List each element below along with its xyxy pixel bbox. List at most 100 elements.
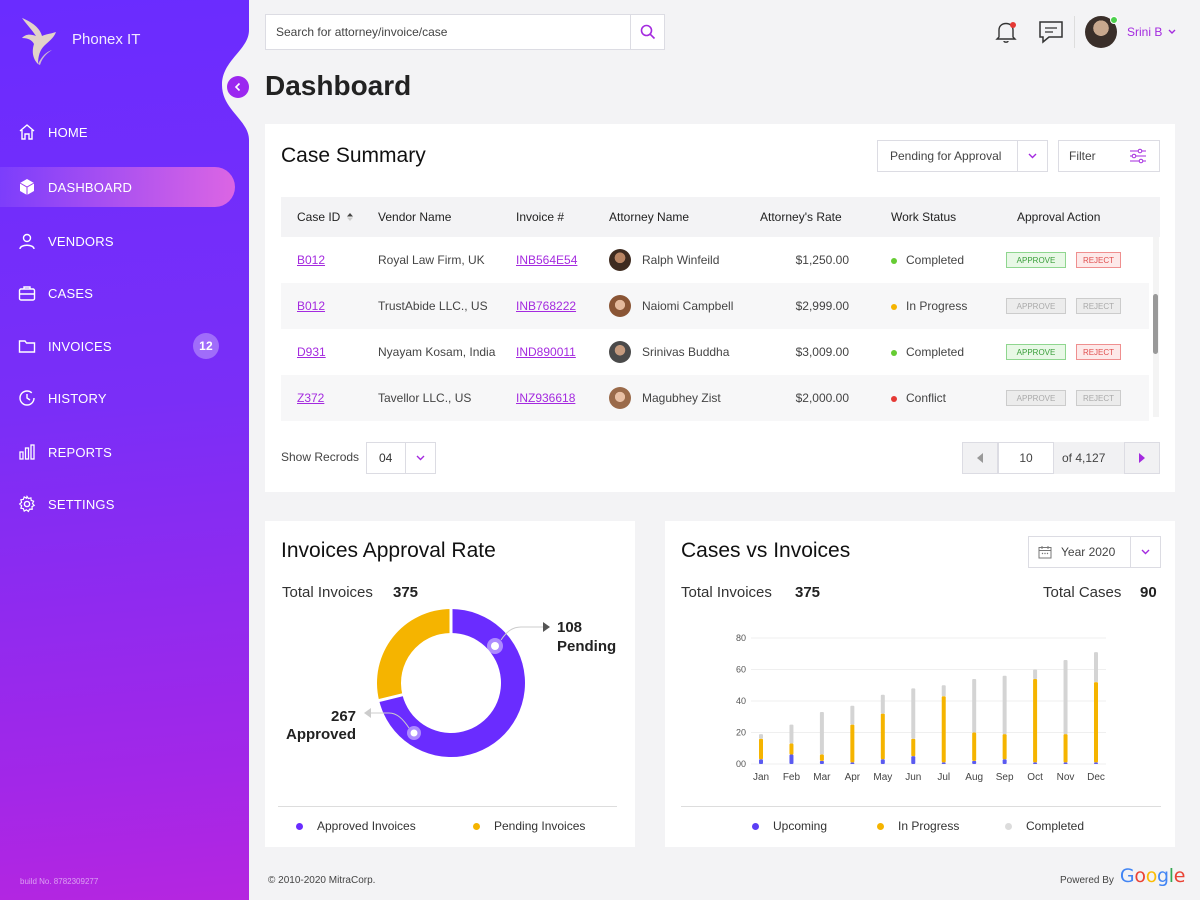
pending-callout-arrow: [543, 622, 550, 632]
sidebar-item-dashboard[interactable]: DASHBOARD: [0, 167, 235, 207]
bar-in-progress: [1094, 682, 1098, 763]
records-caret: [405, 443, 435, 473]
work-status: Completed: [891, 253, 964, 267]
y-tick-label: 80: [736, 633, 746, 643]
records-per-page-select[interactable]: 04: [366, 442, 436, 474]
sidebar-item-label: SETTINGS: [48, 496, 115, 512]
sliders-icon: [1130, 148, 1146, 164]
legend-divider: [681, 806, 1161, 807]
col-attorney-name: Attorney Name: [609, 210, 690, 224]
approved-value-label: 267: [331, 708, 357, 725]
approved-callout-arrow: [364, 708, 371, 718]
sidebar-item-cases[interactable]: CASES: [0, 273, 235, 313]
status-filter-value: Pending for Approval: [890, 149, 1002, 163]
legend-dot-in-progress: [877, 822, 884, 830]
attorney-name: Magubhey Zist: [642, 391, 721, 405]
invoice-link[interactable]: INB768222: [516, 299, 576, 313]
search-button[interactable]: [630, 15, 664, 49]
sidebar-item-label: HOME: [48, 124, 88, 140]
history-icon: [19, 390, 35, 406]
bar-upcoming: [819, 760, 824, 764]
prev-page-button[interactable]: [962, 442, 998, 474]
invoice-link[interactable]: INZ936618: [516, 391, 575, 405]
legend-pending: Pending Invoices: [473, 819, 585, 833]
reject-button[interactable]: REJECT: [1076, 298, 1121, 314]
approve-button[interactable]: APPROVE: [1006, 298, 1066, 314]
sidebar-item-label: VENDORS: [48, 233, 114, 249]
donut-slice-pending[interactable]: [377, 609, 451, 701]
page-title: Dashboard: [265, 70, 412, 101]
approved-text-label: Approved: [286, 726, 357, 743]
search-input[interactable]: [266, 15, 630, 49]
google-logo-letter: e: [1173, 865, 1186, 887]
case-id-link[interactable]: B012: [297, 299, 325, 313]
pending-marker: [491, 642, 499, 650]
sidebar-item-history[interactable]: HISTORY: [0, 378, 235, 418]
attorney-rate: $2,000.00: [795, 391, 849, 405]
show-records-label: Show Recrods: [281, 450, 360, 464]
next-page-button[interactable]: [1124, 442, 1160, 474]
bar-in-progress: [941, 696, 946, 763]
collapse-sidebar-button[interactable]: [227, 76, 249, 98]
col-invoice: Invoice #: [516, 210, 565, 224]
gear-icon: [18, 495, 36, 513]
bar-in-progress: [1033, 678, 1038, 763]
brand[interactable]: Phonex IT: [18, 12, 140, 66]
bar-upcoming: [880, 759, 885, 764]
table-header: Case ID Vendor Name Invoice # Attorney N…: [281, 197, 1160, 237]
pending-text-label: Pending: [557, 638, 617, 655]
y-tick-label: 60: [736, 665, 746, 675]
legend-upcoming-label: Upcoming: [773, 819, 828, 833]
work-status-label: Completed: [906, 253, 965, 267]
bar-completed: [1002, 675, 1007, 735]
google-logo-letter: G: [1119, 865, 1135, 887]
sidebar-item-home[interactable]: HOME: [0, 112, 235, 152]
chevron-down-icon: [1168, 29, 1176, 34]
sidebar-item-reports[interactable]: REPORTS: [0, 432, 235, 472]
notification-bell-icon[interactable]: [993, 19, 1019, 45]
approve-button[interactable]: APPROVE: [1006, 390, 1066, 406]
invoice-link[interactable]: INB564E54: [516, 253, 577, 267]
records-per-page-value: 04: [379, 451, 393, 465]
bar-upcoming: [911, 756, 916, 764]
attorney-avatar: [609, 249, 631, 271]
sidebar-item-settings[interactable]: SETTINGS: [0, 484, 235, 524]
approve-button[interactable]: APPROVE: [1006, 252, 1066, 268]
reject-button[interactable]: REJECT: [1076, 344, 1121, 360]
user-avatar[interactable]: [1085, 16, 1118, 48]
bar-upcoming: [1033, 762, 1038, 764]
legend-dot-completed: [1005, 822, 1012, 830]
invoice-link[interactable]: IND890011: [516, 345, 576, 359]
table-scrollbar-thumb[interactable]: [1153, 294, 1158, 354]
x-tick-label: Aug: [965, 772, 983, 783]
case-id-link[interactable]: D931: [297, 345, 326, 359]
x-tick-label: Mar: [813, 772, 831, 783]
copyright: © 2010-2020 MitraCorp.: [268, 875, 376, 886]
user-menu[interactable]: Srini B: [1127, 25, 1176, 39]
chevron-down-icon: [416, 455, 425, 461]
reject-button[interactable]: REJECT: [1076, 252, 1121, 268]
case-id-link[interactable]: Z372: [297, 391, 324, 405]
user-name: Srini B: [1127, 25, 1163, 39]
page-number-input[interactable]: [998, 442, 1054, 474]
col-case-id[interactable]: Case ID: [297, 210, 340, 224]
status-filter-select[interactable]: Pending for Approval: [877, 140, 1048, 172]
sidebar-item-vendors[interactable]: VENDORS: [0, 221, 235, 261]
bar-in-progress: [880, 713, 885, 760]
sort-icon[interactable]: [347, 213, 353, 221]
chat-icon[interactable]: [1037, 19, 1065, 45]
bar-upcoming: [941, 762, 946, 764]
reject-button[interactable]: REJECT: [1076, 390, 1121, 406]
bar-upcoming: [759, 759, 763, 764]
bar-in-progress: [1063, 734, 1068, 763]
sidebar-item-label: CASES: [48, 285, 94, 301]
x-tick-label: Nov: [1057, 772, 1075, 783]
filter-button[interactable]: Filter: [1058, 140, 1160, 172]
case-id-link[interactable]: B012: [297, 253, 325, 267]
sidebar-item-invoices[interactable]: INVOICES 12: [0, 326, 235, 366]
caret-right-icon: [1139, 453, 1145, 463]
briefcase-icon: [18, 286, 36, 301]
approve-button[interactable]: APPROVE: [1006, 344, 1066, 360]
vendor-name: Royal Law Firm, UK: [378, 253, 485, 267]
bar-completed: [789, 724, 794, 744]
